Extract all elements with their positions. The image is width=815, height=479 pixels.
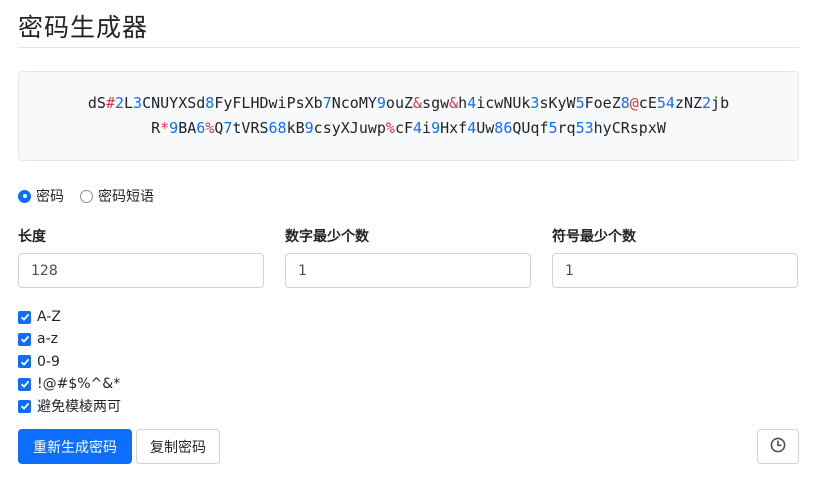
password-digits: 5 xyxy=(575,94,585,112)
password-symbol: & xyxy=(449,94,459,112)
password-digits: 53 xyxy=(575,119,594,137)
option-lowercase-label: a-z xyxy=(37,331,58,348)
password-letters: h xyxy=(458,94,468,112)
password-digits: 4 xyxy=(467,94,477,112)
password-symbol: @ xyxy=(629,94,639,112)
password-letters: csyXJuwp xyxy=(313,119,386,137)
history-button[interactable] xyxy=(757,429,799,464)
radio-password-label: 密码 xyxy=(36,189,64,205)
password-letters: FoeZ xyxy=(584,94,621,112)
radio-passphrase-label: 密码短语 xyxy=(98,189,154,205)
password-letters: QUqf xyxy=(512,119,549,137)
radio-passphrase[interactable]: 密码短语 xyxy=(80,186,154,206)
option-numbers[interactable]: 0-9 xyxy=(18,351,121,373)
checkbox-uppercase[interactable] xyxy=(18,310,31,324)
password-digits: 4 xyxy=(413,119,423,137)
password-digits: 9 xyxy=(169,119,179,137)
option-uppercase-label: A-Z xyxy=(37,309,61,326)
option-uppercase[interactable]: A-Z xyxy=(18,306,121,328)
password-letters: rq xyxy=(557,119,576,137)
password-digits: 54 xyxy=(656,94,675,112)
regenerate-password-button[interactable]: 重新生成密码 xyxy=(18,429,132,464)
password-letters: Q xyxy=(214,119,224,137)
password-digits: 68 xyxy=(268,119,287,137)
radio-password-indicator[interactable] xyxy=(18,189,31,203)
password-digits: 2 xyxy=(114,94,125,112)
password-digits: 6 xyxy=(196,119,206,137)
checkbox-numbers[interactable] xyxy=(18,355,31,369)
password-digits: 9 xyxy=(304,119,314,137)
min-symbols-label: 符号最少个数 xyxy=(552,229,636,245)
password-letters: icwNUk xyxy=(476,94,531,112)
password-digits: 9 xyxy=(431,119,441,137)
password-symbol: % xyxy=(205,119,215,137)
option-avoid-ambiguous-label: 避免模棱两可 xyxy=(37,399,121,416)
password-digits: 9 xyxy=(376,94,386,112)
password-letters: sgw xyxy=(422,94,450,112)
password-type-selector: 密码 密码短语 xyxy=(18,186,170,206)
password-letters: cF xyxy=(394,119,414,137)
password-digits: 86 xyxy=(494,119,513,137)
title-divider xyxy=(18,47,799,48)
length-label: 长度 xyxy=(18,229,46,245)
length-input[interactable] xyxy=(18,253,264,288)
password-letters: NcoMY xyxy=(331,94,377,112)
checkbox-lowercase[interactable] xyxy=(18,332,31,346)
password-digits: 7 xyxy=(322,94,332,112)
password-letters: jb xyxy=(711,94,730,112)
password-digits: 3 xyxy=(133,94,143,112)
copy-password-button[interactable]: 复制密码 xyxy=(136,429,220,464)
password-line-1: dS#2L3CNUYXSd8FyFLHDwiPsXb7NcoMY9ouZ&sgw… xyxy=(88,91,729,116)
page-title: 密码生成器 xyxy=(18,13,149,42)
password-digits: 5 xyxy=(548,119,558,137)
password-letters: ouZ xyxy=(385,94,414,112)
generated-password-box[interactable]: dS#2L3CNUYXSd8FyFLHDwiPsXb7NcoMY9ouZ&sgw… xyxy=(18,71,799,161)
checkbox-symbols[interactable] xyxy=(18,377,31,391)
password-letters: cE xyxy=(638,94,657,112)
option-lowercase[interactable]: a-z xyxy=(18,328,121,350)
password-letters: tVRS xyxy=(232,119,269,137)
min-symbols-field: 符号最少个数 xyxy=(552,226,798,288)
password-symbol: * xyxy=(160,119,170,137)
password-letters: FyFLHDwiPsXb xyxy=(214,94,323,112)
option-symbols[interactable]: !@#$%^&* xyxy=(18,373,121,395)
password-letters: dS xyxy=(87,94,106,112)
password-symbol: & xyxy=(413,94,423,112)
password-letters: sKyW xyxy=(539,94,576,112)
min-symbols-input[interactable] xyxy=(552,253,798,288)
password-letters: R xyxy=(151,119,161,137)
password-letters: L xyxy=(124,94,134,112)
option-avoid-ambiguous[interactable]: 避免模棱两可 xyxy=(18,395,121,417)
character-options: A-Z a-z 0-9 !@#$%^&* 避免模棱两可 xyxy=(18,306,121,417)
password-digits: 2 xyxy=(702,94,712,112)
option-symbols-label: !@#$%^&* xyxy=(37,376,121,393)
password-letters: kB xyxy=(286,119,305,137)
min-numbers-label: 数字最少个数 xyxy=(285,229,369,245)
radio-password[interactable]: 密码 xyxy=(18,186,64,206)
min-numbers-field: 数字最少个数 xyxy=(285,226,531,288)
password-line-2: R*9BA6%Q7tVRS68kB9csyXJuwp%cF4i9Hxf4Uw86… xyxy=(151,116,666,141)
min-numbers-input[interactable] xyxy=(285,253,531,288)
password-symbol: % xyxy=(385,119,395,137)
password-digits: 8 xyxy=(620,94,630,112)
password-symbol: # xyxy=(105,94,115,112)
password-letters: BA xyxy=(178,119,197,137)
password-letters: Hxf xyxy=(440,119,468,137)
password-letters: CNUYXSd xyxy=(142,94,206,112)
password-letters: hyCRspxW xyxy=(593,119,666,137)
password-digits: 4 xyxy=(467,119,477,137)
password-letters: Uw xyxy=(476,119,495,137)
radio-passphrase-indicator[interactable] xyxy=(80,189,93,203)
option-numbers-label: 0-9 xyxy=(37,353,60,370)
length-field: 长度 xyxy=(18,226,264,288)
password-letters: i xyxy=(422,119,432,137)
checkbox-avoid-ambiguous[interactable] xyxy=(18,399,31,413)
password-letters: zNZ xyxy=(674,94,703,112)
history-clock-icon xyxy=(770,437,786,457)
password-digits: 8 xyxy=(205,94,215,112)
